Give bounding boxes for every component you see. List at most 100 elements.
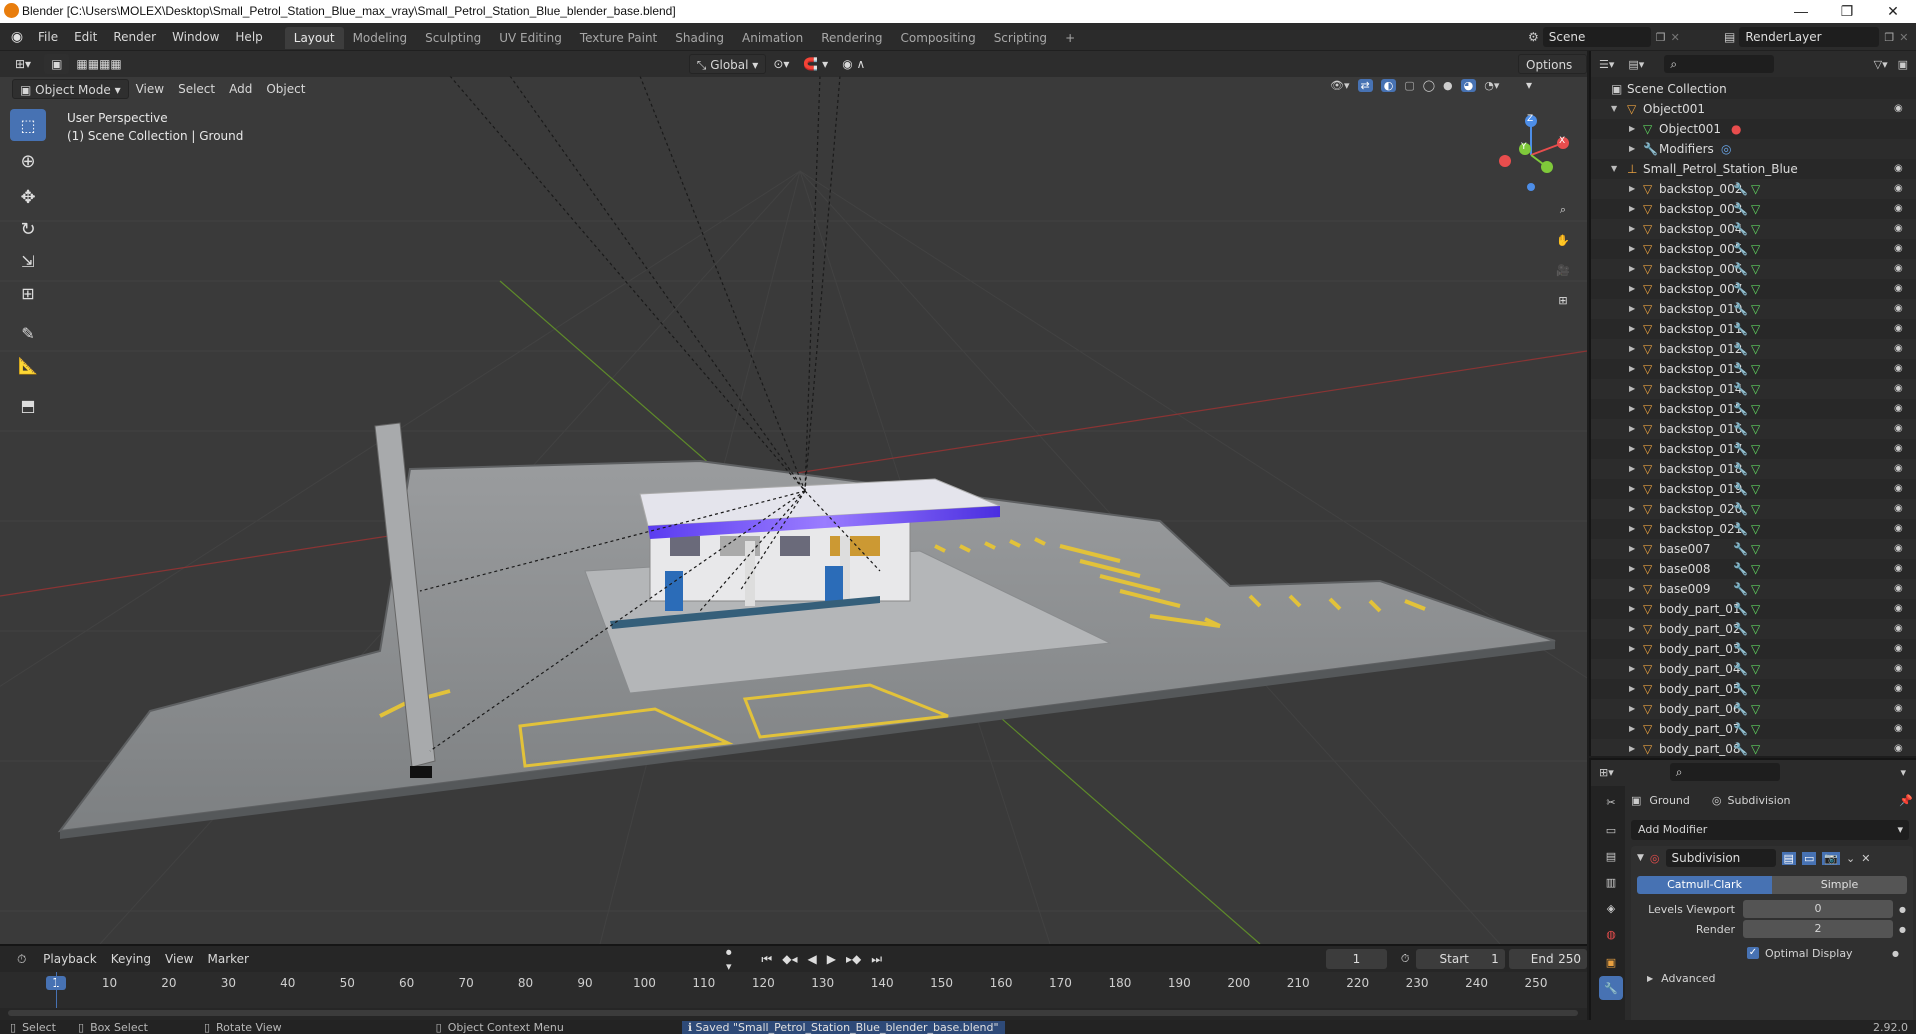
tab-rendering[interactable]: Rendering bbox=[812, 27, 891, 49]
outliner-item[interactable]: ▶ ▽ body_part_02 🔧 ▽ ◉ bbox=[1591, 619, 1916, 639]
menu-edit[interactable]: Edit bbox=[66, 23, 105, 51]
visibility-eye-icon[interactable]: ◉ bbox=[1894, 284, 1906, 294]
visibility-eye-icon[interactable]: ◉ bbox=[1894, 244, 1906, 254]
outliner-item[interactable]: ▶ ▽ body_part_01 🔧 ▽ ◉ bbox=[1591, 599, 1916, 619]
expand-arrow-icon[interactable]: ▼ bbox=[1611, 99, 1617, 119]
visibility-eye-icon[interactable]: ◉ bbox=[1894, 104, 1906, 114]
modifier-name-field[interactable]: Subdivision bbox=[1665, 849, 1776, 867]
visibility-eye-icon[interactable]: ◉ bbox=[1894, 624, 1906, 634]
modifier-menu-icon[interactable]: ⌄ bbox=[1846, 852, 1855, 865]
menu-window[interactable]: Window bbox=[164, 23, 227, 51]
outliner-item[interactable]: ▶ ▽ backstop_018 🔧 ▽ ◉ bbox=[1591, 459, 1916, 479]
outliner-item[interactable]: ▶ ▽ backstop_003 🔧 ▽ ◉ bbox=[1591, 199, 1916, 219]
collapse-icon[interactable]: ▾ bbox=[1900, 766, 1906, 779]
outliner-item[interactable]: ▶ ▽ body_part_04 🔧 ▽ ◉ bbox=[1591, 659, 1916, 679]
visibility-eye-icon[interactable]: ◉ bbox=[1894, 544, 1906, 554]
expand-arrow-icon[interactable]: ▶ bbox=[1629, 239, 1635, 259]
simple-button[interactable]: Simple bbox=[1772, 876, 1907, 894]
outliner-item[interactable]: ▶ ▽ backstop_016 🔧 ▽ ◉ bbox=[1591, 419, 1916, 439]
outliner-item[interactable]: ▶ ▽ backstop_005 🔧 ▽ ◉ bbox=[1591, 239, 1916, 259]
expand-arrow-icon[interactable]: ▶ bbox=[1629, 279, 1635, 299]
outliner-search-input[interactable]: ⌕ bbox=[1664, 55, 1775, 73]
expand-arrow-icon[interactable]: ▶ bbox=[1629, 519, 1635, 539]
gizmo-toggle-icon[interactable]: ⇄ bbox=[1357, 79, 1373, 92]
tab-output[interactable]: ▤ bbox=[1599, 844, 1623, 868]
visibility-eye-icon[interactable]: ◉ bbox=[1894, 484, 1906, 494]
editmode-toggle-icon[interactable]: ▤ bbox=[1781, 851, 1796, 865]
visibility-eye-icon[interactable]: ◉ bbox=[1894, 724, 1906, 734]
expand-arrow-icon[interactable]: ▶ bbox=[1629, 259, 1635, 279]
expand-arrow-icon[interactable]: ▶ bbox=[1629, 639, 1635, 659]
measure-tool[interactable]: 📐 bbox=[10, 349, 46, 381]
playback-menu[interactable]: Playback ▾ bbox=[36, 949, 104, 986]
visibility-eye-icon[interactable]: ◉ bbox=[1894, 464, 1906, 474]
new-scene-icon[interactable]: ❐ bbox=[1656, 31, 1666, 44]
expand-arrow-icon[interactable]: ▶ bbox=[1629, 199, 1635, 219]
tab-tool[interactable]: ✂ bbox=[1599, 790, 1623, 814]
visibility-eye-icon[interactable]: ◉ bbox=[1894, 684, 1906, 694]
expand-arrow-icon[interactable]: ▶ bbox=[1629, 219, 1635, 239]
snap-icon[interactable]: 🧲 ▾ bbox=[796, 54, 835, 74]
tab-texture-paint[interactable]: Texture Paint bbox=[571, 27, 666, 49]
visibility-eye-icon[interactable]: ◉ bbox=[1894, 664, 1906, 674]
prev-keyframe-icon[interactable]: ◆◂ bbox=[782, 952, 797, 966]
levels-viewport-field[interactable]: 0 bbox=[1743, 900, 1893, 918]
selection-modes-icon[interactable]: ▦▦▦▦ bbox=[69, 54, 128, 74]
visibility-eye-icon[interactable]: ◉ bbox=[1894, 344, 1906, 354]
cursor-tool[interactable]: ⊕ bbox=[10, 145, 46, 177]
delete-layer-icon[interactable]: ✕ bbox=[1899, 31, 1908, 44]
expand-arrow-icon[interactable]: ▶ bbox=[1629, 599, 1635, 619]
visibility-eye-icon[interactable]: ◉ bbox=[1894, 604, 1906, 614]
visibility-eye-icon[interactable]: ◉ bbox=[1894, 444, 1906, 454]
expand-arrow-icon[interactable]: ▶ bbox=[1629, 379, 1635, 399]
tab-compositing[interactable]: Compositing bbox=[891, 27, 984, 49]
expand-arrow-icon[interactable]: ▶ bbox=[1629, 559, 1635, 579]
expand-arrow-icon[interactable]: ▶ bbox=[1629, 719, 1635, 739]
use-preview-range-icon[interactable]: ⏱ bbox=[1401, 952, 1410, 966]
optimal-display-checkbox[interactable]: ✓ bbox=[1747, 947, 1759, 959]
auto-keying-icon[interactable]: ⏺ ▾ bbox=[726, 946, 737, 973]
zoom-button[interactable]: ⌕ bbox=[1548, 195, 1578, 225]
tree-item-group[interactable]: ▼ ⊥ Small_Petrol_Station_Blue ◉ bbox=[1591, 159, 1916, 179]
expand-arrow-icon[interactable]: ▶ bbox=[1629, 299, 1635, 319]
menu-object[interactable]: Object bbox=[259, 79, 312, 99]
minimize-button[interactable]: — bbox=[1778, 0, 1824, 23]
menu-help[interactable]: Help bbox=[227, 23, 270, 51]
remove-modifier-icon[interactable]: ✕ bbox=[1861, 852, 1870, 865]
expand-arrow-icon[interactable]: ▶ bbox=[1629, 119, 1635, 139]
marker-menu[interactable]: Marker bbox=[200, 949, 255, 969]
visibility-eye-icon[interactable]: ◉ bbox=[1894, 184, 1906, 194]
tab-modifiers[interactable]: 🔧 bbox=[1599, 976, 1623, 1000]
expand-arrow-icon[interactable]: ▶ bbox=[1629, 439, 1635, 459]
maximize-button[interactable]: ❐ bbox=[1824, 0, 1870, 23]
expand-arrow-icon[interactable]: ▶ bbox=[1629, 139, 1635, 159]
render-levels-field[interactable]: 2 bbox=[1743, 920, 1893, 938]
tab-animation[interactable]: Animation bbox=[733, 27, 812, 49]
properties-search-input[interactable]: ⌕ bbox=[1669, 763, 1780, 781]
timeline-editor-icon[interactable]: ⏱▾ bbox=[10, 949, 36, 986]
pin-icon[interactable]: 📌 bbox=[1899, 794, 1913, 807]
add-cube-tool[interactable]: ⬒ bbox=[10, 389, 46, 421]
outliner-item[interactable]: ▶ ▽ body_part_06 🔧 ▽ ◉ bbox=[1591, 699, 1916, 719]
transform-orientation-dropdown[interactable]: ⤡ Global ▾ bbox=[688, 54, 767, 74]
editor-type-icon[interactable]: ⊞▾ bbox=[8, 54, 38, 74]
visibility-eye-icon[interactable]: ◉ bbox=[1894, 164, 1906, 174]
outliner-item[interactable]: ▶ ▽ backstop_019 🔧 ▽ ◉ bbox=[1591, 479, 1916, 499]
visibility-eye-icon[interactable]: ◉ bbox=[1894, 364, 1906, 374]
expand-arrow-icon[interactable]: ▶ bbox=[1629, 679, 1635, 699]
expand-arrow-icon[interactable]: ▶ bbox=[1629, 319, 1635, 339]
transform-tool[interactable]: ⊞ bbox=[10, 277, 46, 309]
outliner-editor-icon[interactable]: ☰▾ bbox=[1599, 58, 1614, 71]
menu-add[interactable]: Add bbox=[222, 79, 259, 99]
display-mode-icon[interactable]: ▤▾ bbox=[1628, 58, 1644, 71]
expand-arrow-icon[interactable]: ▶ bbox=[1629, 419, 1635, 439]
tab-object[interactable]: ▣ bbox=[1599, 950, 1623, 974]
render-layer-field[interactable]: RenderLayer bbox=[1739, 27, 1880, 47]
timeline-ruler[interactable]: 1102030405060708090100110120130140150160… bbox=[0, 972, 1587, 1008]
outliner-item[interactable]: ▶ ▽ body_part_03 🔧 ▽ ◉ bbox=[1591, 639, 1916, 659]
menu-render[interactable]: Render bbox=[105, 23, 164, 51]
menu-file[interactable]: File bbox=[30, 23, 66, 51]
select-tool[interactable]: ⬚ bbox=[10, 109, 46, 141]
visibility-eye-icon[interactable]: ◉ bbox=[1894, 224, 1906, 234]
overlay-toggle-icon[interactable]: ◐ bbox=[1380, 79, 1397, 92]
